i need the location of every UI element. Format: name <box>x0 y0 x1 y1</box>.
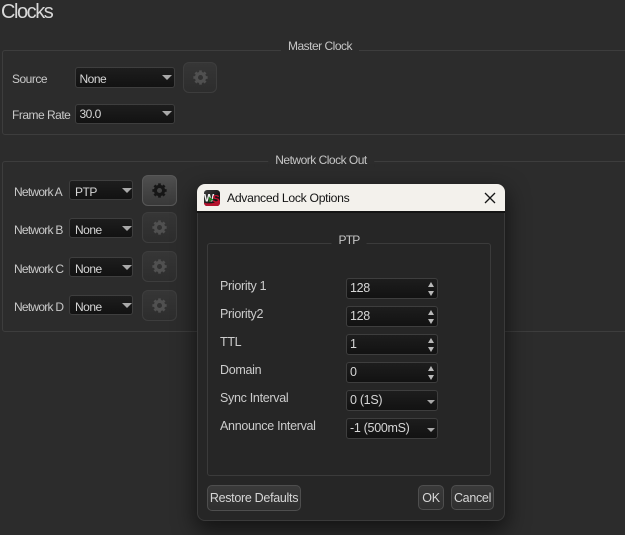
svg-text:S: S <box>212 194 219 206</box>
